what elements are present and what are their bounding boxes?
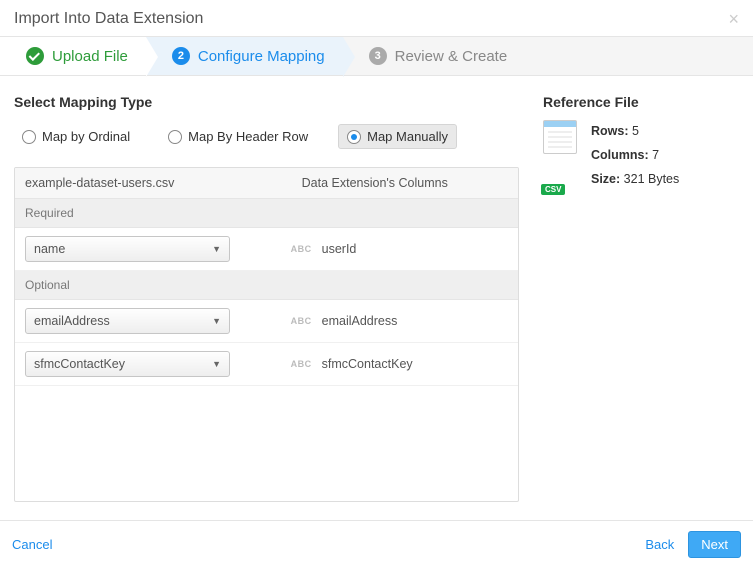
- cancel-button[interactable]: Cancel: [12, 537, 52, 552]
- de-columns-header: Data Extension's Columns: [292, 168, 518, 198]
- reference-title: Reference File: [543, 94, 739, 110]
- target-column-name: emailAddress: [322, 314, 398, 328]
- text-type-icon: ABC: [291, 316, 312, 326]
- optional-section-label: Optional: [15, 271, 518, 300]
- reference-panel: Reference File CSV Rows: 5 Columns: 7 Si…: [539, 94, 739, 514]
- back-button[interactable]: Back: [645, 537, 674, 552]
- radio-icon: [168, 130, 182, 144]
- wizard-step-upload[interactable]: Upload File: [0, 37, 146, 75]
- step-label: Upload File: [52, 48, 128, 65]
- mapping-row-userid: name ▼ ABC userId: [15, 228, 518, 271]
- size-value: 321 Bytes: [624, 172, 680, 186]
- mapping-row-sfmccontactkey: sfmcContactKey ▼ ABC sfmcContactKey: [15, 343, 518, 386]
- next-button[interactable]: Next: [688, 531, 741, 558]
- radio-map-header[interactable]: Map By Header Row: [160, 125, 316, 148]
- dialog-header: Import Into Data Extension ×: [0, 0, 753, 36]
- step-number-icon: 3: [369, 47, 387, 65]
- source-column-dropdown[interactable]: emailAddress ▼: [25, 308, 230, 334]
- dropdown-value: emailAddress: [34, 314, 110, 328]
- mapping-panel: Select Mapping Type Map by Ordinal Map B…: [14, 94, 539, 514]
- rows-label: Rows:: [591, 124, 629, 138]
- columns-value: 7: [652, 148, 659, 162]
- chevron-down-icon: ▼: [212, 244, 221, 254]
- radio-map-manually[interactable]: Map Manually: [338, 124, 457, 149]
- radio-label: Map By Header Row: [188, 129, 308, 144]
- close-icon[interactable]: ×: [728, 10, 739, 28]
- dropdown-value: sfmcContactKey: [34, 357, 125, 371]
- required-section-label: Required: [15, 199, 518, 228]
- text-type-icon: ABC: [291, 244, 312, 254]
- source-column-dropdown[interactable]: name ▼: [25, 236, 230, 262]
- columns-label: Columns:: [591, 148, 649, 162]
- dropdown-value: name: [34, 242, 65, 256]
- csv-badge: CSV: [541, 184, 565, 195]
- csv-file-icon: CSV: [543, 120, 579, 191]
- step-label: Configure Mapping: [198, 48, 325, 65]
- text-type-icon: ABC: [291, 359, 312, 369]
- wizard-steps: Upload File 2 Configure Mapping 3 Review…: [0, 36, 753, 76]
- radio-label: Map by Ordinal: [42, 129, 130, 144]
- mapping-table-header: example-dataset-users.csv Data Extension…: [15, 168, 518, 199]
- mapping-type-title: Select Mapping Type: [14, 94, 519, 110]
- step-number-icon: 2: [172, 47, 190, 65]
- wizard-step-review[interactable]: 3 Review & Create: [343, 37, 526, 75]
- check-icon: [26, 47, 44, 65]
- step-label: Review & Create: [395, 48, 508, 65]
- dialog-title: Import Into Data Extension: [14, 10, 203, 28]
- chevron-down-icon: ▼: [212, 316, 221, 326]
- dialog-footer: Cancel Back Next: [0, 520, 753, 568]
- target-column-name: sfmcContactKey: [322, 357, 413, 371]
- source-column-dropdown[interactable]: sfmcContactKey ▼: [25, 351, 230, 377]
- target-column-name: userId: [322, 242, 357, 256]
- radio-icon: [347, 130, 361, 144]
- mapping-type-radios: Map by Ordinal Map By Header Row Map Man…: [14, 124, 519, 149]
- radio-map-ordinal[interactable]: Map by Ordinal: [14, 125, 138, 148]
- wizard-step-configure[interactable]: 2 Configure Mapping: [146, 37, 343, 75]
- mapping-table: example-dataset-users.csv Data Extension…: [14, 167, 519, 502]
- rows-value: 5: [632, 124, 639, 138]
- radio-icon: [22, 130, 36, 144]
- source-file-header: example-dataset-users.csv: [15, 168, 292, 198]
- radio-label: Map Manually: [367, 129, 448, 144]
- size-label: Size:: [591, 172, 620, 186]
- chevron-down-icon: ▼: [212, 359, 221, 369]
- mapping-row-emailaddress: emailAddress ▼ ABC emailAddress: [15, 300, 518, 343]
- reference-details: Rows: 5 Columns: 7 Size: 321 Bytes: [591, 120, 679, 191]
